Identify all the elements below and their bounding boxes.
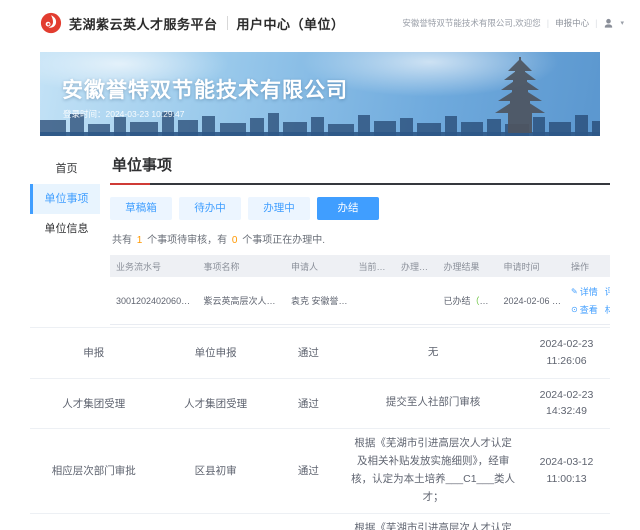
cell-current-step <box>353 299 396 303</box>
process-time: 2024-02-23 14:32:49 <box>523 387 610 421</box>
process-opinion: 根据《芜湖市引进高层次人才认定及相关补贴发放实施细则》，经审核，认定为本土培养_… <box>343 435 523 506</box>
process-row: 相应层次部门审批 区县初审 通过 根据《芜湖市引进高层次人才认定及相关补贴发放实… <box>30 429 610 513</box>
tab-drafts[interactable]: 草稿箱 <box>110 197 172 220</box>
view-label: 查看 <box>580 301 598 319</box>
header-separator: | <box>595 18 597 28</box>
process-time: 2024-03-12 11:00:13 <box>523 454 610 488</box>
pagoda-illustration <box>492 57 548 133</box>
process-date: 2024-02-23 <box>523 387 610 404</box>
summary-mid: 个事项待审核，有 <box>147 235 227 246</box>
view-link[interactable]: ⊙查看 <box>571 301 598 319</box>
banner-company-name: 安徽誉特双节能技术有限公司 <box>62 74 348 104</box>
process-result: 通过 <box>274 463 344 478</box>
company-banner: 安徽誉特双节能技术有限公司 登录时间：2024-03-23 10:29:47 <box>40 52 600 136</box>
header-user-area: 安徽誉特双节能技术有限公司,欢迎您 | 申报中心 | ▾ <box>402 17 624 29</box>
tab-pending[interactable]: 待办中 <box>179 197 241 220</box>
page-title: 单位事项 <box>110 152 610 183</box>
welcome-text: 安徽誉特双节能技术有限公司,欢迎您 <box>402 17 540 29</box>
cell-actions: ✎详情 评价 ⊙查看 材料 <box>565 281 610 321</box>
process-node: 人才集团受理 <box>158 396 274 411</box>
sidebar-item-unit-info[interactable]: 单位信息 <box>30 214 100 244</box>
tab-completed[interactable]: 办结 <box>317 197 379 220</box>
status-tabs: 草稿箱 待办中 办理中 办结 <box>110 197 610 220</box>
cell-applicant: 袁克 安徽誉特双节... <box>285 292 353 309</box>
col-serial: 业务流水号 <box>110 258 198 275</box>
sidebar: 首页 单位事项 单位信息 <box>30 152 100 325</box>
evaluate-link[interactable]: 评价 <box>605 283 610 301</box>
chevron-down-icon[interactable]: ▾ <box>620 19 624 27</box>
process-step: 相应层次部门审批 <box>30 463 158 478</box>
content-row: 首页 单位事项 单位信息 单位事项 草稿箱 待办中 办理中 办结 共有 1 <box>30 152 610 325</box>
eye-icon: ⊙ <box>571 302 578 318</box>
platform-title: 芜湖紫云英人才服务平台 <box>69 14 218 33</box>
cell-result: 已办结（同意） <box>438 292 498 309</box>
title-underline <box>110 183 610 185</box>
process-clock: 11:00:13 <box>523 471 610 488</box>
app-root: 芜湖紫云英人才服务平台 用户中心（单位） 安徽誉特双节能技术有限公司,欢迎您 |… <box>0 0 640 530</box>
col-result: 办理结果 <box>438 258 498 275</box>
process-node: 单位申报 <box>158 345 274 360</box>
cell-item-name: 紫云英高层次人才认定 <box>198 292 286 309</box>
user-icon[interactable] <box>603 18 614 29</box>
col-current-step: 当前环节 <box>353 258 396 275</box>
process-step: 人才集团受理 <box>30 396 158 411</box>
pending-count: 1 <box>137 235 143 246</box>
process-opinion: 无 <box>343 344 523 362</box>
declare-center-link[interactable]: 申报中心 <box>555 17 589 29</box>
platform-logo-icon <box>40 12 62 34</box>
cell-apply-time: 2024-02-06 15:02:43 <box>498 294 566 308</box>
process-step: 申报 <box>30 345 158 360</box>
process-time: 2024-02-23 11:26:06 <box>523 336 610 370</box>
process-row: 人才集团受理 人才集团受理 通过 提交至人社部门审核 2024-02-23 14… <box>30 379 610 430</box>
process-clock: 11:26:06 <box>523 353 610 370</box>
col-applicant: 申请人 <box>285 258 353 275</box>
detail-label: 详情 <box>580 283 598 301</box>
sidebar-item-home[interactable]: 首页 <box>30 154 100 184</box>
sidebar-item-unit-matters[interactable]: 单位事项 <box>30 184 100 214</box>
process-opinion: 根据《芜湖市引进高层次人才认定及相关补贴发放实施细则》，经备案确认为本土培养__… <box>343 520 523 530</box>
process-date: 2024-02-23 <box>523 336 610 353</box>
results-table: 业务流水号 事项名称 申请人 当前环节 办理部门 办理结果 申请时间 操作 30… <box>110 255 610 325</box>
processing-count: 0 <box>232 235 238 246</box>
col-actions: 操作 <box>565 258 610 275</box>
material-link[interactable]: 材料 <box>605 301 610 319</box>
edit-icon: ✎ <box>571 284 578 300</box>
process-node: 区县初审 <box>158 463 274 478</box>
process-row: 市级人社部门备案 人社复核 通过 根据《芜湖市引进高层次人才认定及相关补贴发放实… <box>30 514 610 530</box>
header-separator: | <box>547 18 549 28</box>
main-card: 单位事项 草稿箱 待办中 办理中 办结 共有 1 个事项待审核，有 0 个事项正… <box>110 152 610 325</box>
page-body: 安徽誉特双节能技术有限公司 登录时间：2024-03-23 10:29:47 首… <box>0 52 640 530</box>
banner-login-time: 登录时间：2024-03-23 10:29:47 <box>63 108 184 120</box>
process-clock: 14:32:49 <box>523 403 610 420</box>
result-status: 已办结 <box>444 296 471 306</box>
table-row: 30012024020600001725 紫云英高层次人才认定 袁克 安徽誉特双… <box>110 277 610 325</box>
process-row: 申报 单位申报 通过 无 2024-02-23 11:26:06 <box>30 328 610 379</box>
col-department: 办理部门 <box>395 258 438 275</box>
tab-processing[interactable]: 办理中 <box>248 197 310 220</box>
process-date: 2024-03-12 <box>523 454 610 471</box>
col-item-name: 事项名称 <box>198 258 286 275</box>
summary-suffix: 个事项正在办理中. <box>242 235 325 246</box>
result-note: （同意） <box>471 296 498 306</box>
cell-serial: 30012024020600001725 <box>110 294 198 308</box>
process-table: 申报 单位申报 通过 无 2024-02-23 11:26:06 人才集团受理 … <box>30 327 610 530</box>
user-center-title: 用户中心（单位） <box>237 14 345 33</box>
cell-department <box>395 299 438 303</box>
header-brand: 芜湖紫云英人才服务平台 用户中心（单位） <box>40 12 345 34</box>
process-result: 通过 <box>274 396 344 411</box>
results-table-header: 业务流水号 事项名称 申请人 当前环节 办理部门 办理结果 申请时间 操作 <box>110 255 610 277</box>
top-header: 芜湖紫云英人才服务平台 用户中心（单位） 安徽誉特双节能技术有限公司,欢迎您 |… <box>0 0 640 46</box>
process-opinion: 提交至人社部门审核 <box>343 394 523 412</box>
summary-prefix: 共有 <box>112 235 132 246</box>
summary-text: 共有 1 个事项待审核，有 0 个事项正在办理中. <box>112 231 608 246</box>
process-result: 通过 <box>274 345 344 360</box>
col-apply-time: 申请时间 <box>498 258 566 275</box>
detail-link[interactable]: ✎详情 <box>571 283 598 301</box>
header-divider <box>227 16 228 30</box>
